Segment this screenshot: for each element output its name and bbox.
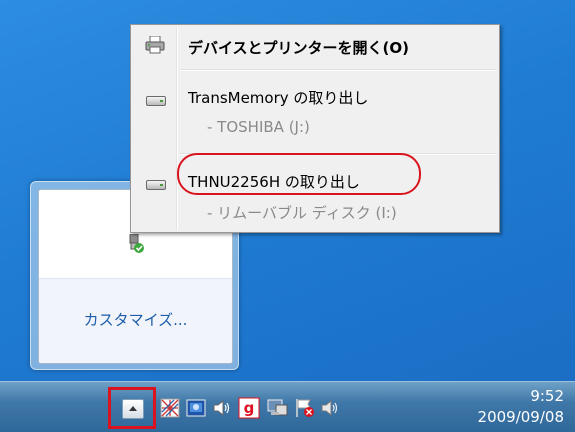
menu-item-eject-transmemory[interactable]: TransMemory の取り出し - TOSHIBA (J:) <box>131 83 499 143</box>
overflow-footer: カスタマイズ... <box>39 278 232 363</box>
printer-icon <box>145 36 165 54</box>
clock-time: 9:52 <box>530 387 564 405</box>
svg-text:g: g <box>244 399 255 417</box>
volume-icon[interactable] <box>212 398 232 418</box>
speaker-icon[interactable] <box>320 398 340 418</box>
drive-sublabel: - TOSHIBA (J:) <box>207 118 310 136</box>
clock-date: 2009/09/08 <box>477 408 564 426</box>
menu-separator <box>180 69 496 71</box>
menu-item-open-devices[interactable]: デバイスとプリンターを開く(O) <box>131 33 499 63</box>
network-icon[interactable] <box>160 398 180 418</box>
g-app-icon[interactable]: g <box>238 397 260 419</box>
menu-item-label: TransMemory の取り出し <box>188 89 369 107</box>
menu-item-label: デバイスとプリンターを開く(O) <box>188 39 410 57</box>
customize-link[interactable]: カスタマイズ... <box>39 309 232 330</box>
usb-drive-icon <box>146 180 166 190</box>
flag-icon[interactable] <box>294 397 316 419</box>
taskbar: g 9:52 2009/09/08 <box>0 381 575 432</box>
drive-sublabel: - リムーバブル ディスク (I:) <box>207 204 397 222</box>
usb-drive-icon <box>146 96 166 106</box>
show-hidden-icons-button[interactable] <box>122 399 144 419</box>
safely-remove-hardware-icon[interactable] <box>126 234 146 254</box>
highlight-ellipse <box>177 153 421 195</box>
chevron-up-icon <box>129 406 137 411</box>
display-icon[interactable] <box>266 398 288 418</box>
action-center-icon[interactable] <box>186 398 206 418</box>
taskbar-clock[interactable]: 9:52 2009/09/08 <box>478 386 564 428</box>
eject-context-menu: デバイスとプリンターを開く(O) TransMemory の取り出し - TOS… <box>130 24 500 233</box>
